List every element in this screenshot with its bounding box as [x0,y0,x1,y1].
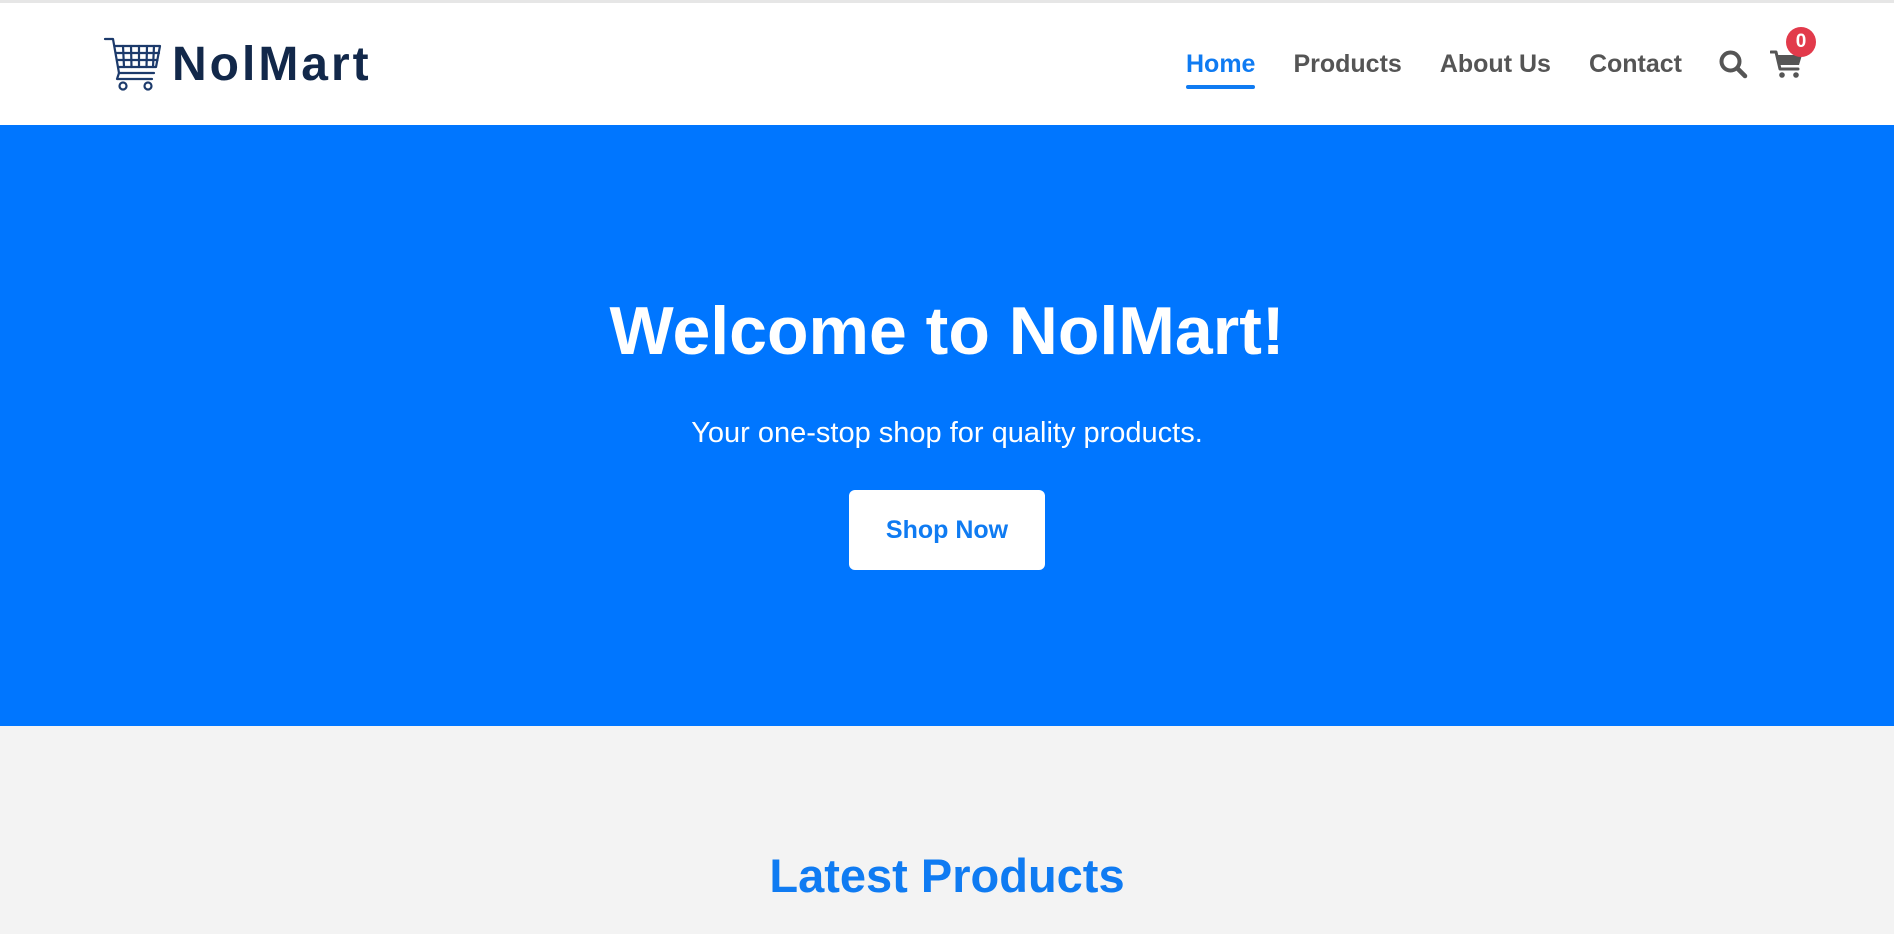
brand-logo-link[interactable]: NolMart [102,33,372,95]
hero-subtitle: Your one-stop shop for quality products. [691,417,1203,449]
hero-title: Welcome to NolMart! [609,293,1285,369]
latest-products-section: Latest Products [0,726,1894,903]
search-icon [1719,50,1748,79]
search-button[interactable] [1718,49,1748,79]
latest-products-title: Latest Products [769,849,1125,902]
hero-section: Welcome to NolMart! Your one-stop shop f… [0,125,1894,726]
shopping-cart-logo-icon [103,37,162,91]
cart-count-badge: 0 [1786,27,1816,57]
brand-name: NolMart [172,37,372,91]
cart-button[interactable]: 0 [1770,27,1816,79]
shop-now-button[interactable]: Shop Now [849,490,1045,570]
nav-about-us[interactable]: About Us [1440,44,1551,85]
nav-contact[interactable]: Contact [1589,44,1682,85]
main-nav: Home Products About Us Contact 0 [1148,27,1816,89]
site-header: NolMart Home Products About Us Contact 0 [0,3,1894,125]
nav-home[interactable]: Home [1186,44,1256,89]
nav-products[interactable]: Products [1293,44,1401,85]
